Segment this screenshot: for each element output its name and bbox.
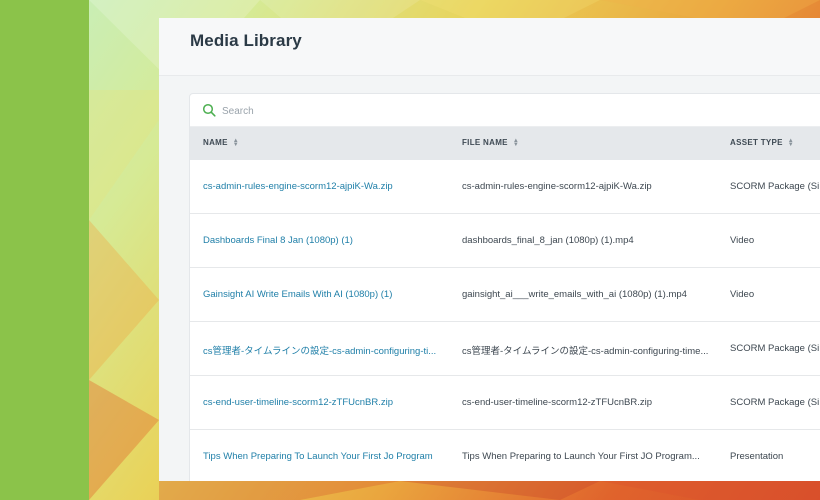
page-title: Media Library bbox=[190, 31, 302, 50]
asset-type: Video bbox=[730, 289, 755, 300]
search-input[interactable] bbox=[220, 101, 724, 121]
table-row[interactable]: cs-admin-rules-engine-scorm12-ajpiK-Wa.z… bbox=[190, 160, 820, 214]
asset-type: SCORM Package (Si bbox=[730, 397, 820, 408]
media-name-link[interactable]: Dashboards Final 8 Jan (1080p) (1) bbox=[203, 235, 451, 246]
sort-icon[interactable]: ▲ ▼ bbox=[788, 138, 794, 148]
media-name-link[interactable]: cs管理者-タイムラインの設定-cs-admin-configuring-ti.… bbox=[203, 343, 451, 357]
table-row[interactable]: cs管理者-タイムラインの設定-cs-admin-configuring-ti.… bbox=[190, 322, 820, 376]
desktop-background: Media Library NAME ▲▼ FILE NAME ▲▼ bbox=[0, 0, 820, 500]
media-name-link[interactable]: cs-admin-rules-engine-scorm12-ajpiK-Wa.z… bbox=[203, 181, 451, 192]
file-name: Tips When Preparing to Launch Your First… bbox=[462, 451, 700, 462]
file-name: cs-admin-rules-engine-scorm12-ajpiK-Wa.z… bbox=[462, 181, 652, 192]
media-table-card: NAME ▲▼ FILE NAME ▲▼ ASSET TYPE ▲▼ cs-ad… bbox=[189, 93, 820, 481]
asset-type: Video bbox=[730, 235, 755, 246]
table-row[interactable]: Gainsight AI Write Emails With AI (1080p… bbox=[190, 268, 820, 322]
table-header: NAME ▲ ▼ FILE NAME ▲ ▼ ASSET TYPE ▲ ▼ bbox=[190, 127, 820, 160]
panel-header: Media Library bbox=[159, 18, 820, 76]
media-name-link[interactable]: cs-end-user-timeline-scorm12-zTFUcnBR.zi… bbox=[203, 397, 451, 408]
asset-type: Presentation bbox=[730, 451, 784, 462]
sort-icon[interactable]: ▲ ▼ bbox=[513, 138, 519, 148]
table-row[interactable]: Dashboards Final 8 Jan (1080p) (1) dashb… bbox=[190, 214, 820, 268]
column-label: FILE NAME bbox=[462, 138, 508, 147]
column-label: NAME bbox=[203, 138, 228, 147]
left-sidebar bbox=[0, 0, 89, 500]
column-header-file-name[interactable]: FILE NAME ▲ ▼ bbox=[462, 138, 519, 148]
search-icon bbox=[202, 103, 216, 117]
file-name: cs管理者-タイムラインの設定-cs-admin-configuring-tim… bbox=[462, 346, 709, 357]
column-label: ASSET TYPE bbox=[730, 138, 783, 147]
file-name: gainsight_ai___write_emails_with_ai (108… bbox=[462, 289, 687, 300]
table-row[interactable]: cs-end-user-timeline-scorm12-zTFUcnBR.zi… bbox=[190, 376, 820, 430]
media-name-link[interactable]: Tips When Preparing To Launch Your First… bbox=[203, 451, 451, 462]
column-header-asset-type[interactable]: ASSET TYPE ▲ ▼ bbox=[730, 138, 794, 148]
asset-type: SCORM Package (Si bbox=[730, 181, 820, 192]
media-name-link[interactable]: Gainsight AI Write Emails With AI (1080p… bbox=[203, 289, 451, 300]
sort-icon[interactable]: ▲ ▼ bbox=[233, 138, 239, 148]
column-header-name[interactable]: NAME ▲ ▼ bbox=[203, 138, 239, 148]
media-library-panel: Media Library NAME ▲▼ FILE NAME ▲▼ bbox=[159, 18, 820, 481]
file-name: cs-end-user-timeline-scorm12-zTFUcnBR.zi… bbox=[462, 397, 653, 408]
table-row[interactable]: Tips When Preparing To Launch Your First… bbox=[190, 430, 820, 481]
asset-type: SCORM Package (Si bbox=[730, 343, 820, 354]
search-bar bbox=[190, 94, 820, 127]
file-name: dashboards_final_8_jan (1080p) (1).mp4 bbox=[462, 235, 634, 246]
